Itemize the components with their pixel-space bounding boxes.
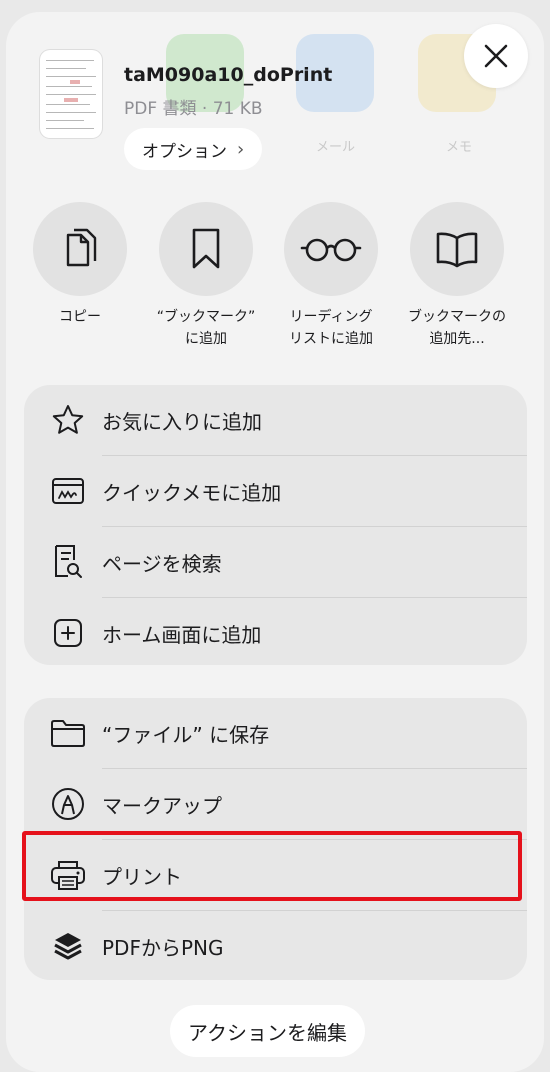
save-to-files-row[interactable]: “ファイル” に保存	[24, 698, 527, 768]
find-on-page-row[interactable]: ページを検索	[24, 527, 527, 597]
star-icon	[50, 402, 86, 438]
add-to-favorites-label: お気に入りに追加	[102, 409, 262, 434]
markup-label: マークアップ	[102, 793, 222, 818]
bookmark-icon	[192, 228, 220, 269]
add-quick-note-row[interactable]: クイックメモに追加	[24, 456, 527, 526]
options-button[interactable]: オプション ›	[124, 128, 263, 170]
background-memo-label: メモ	[446, 140, 473, 155]
share-sheet: メール メモ taM090a10_doPrint PDF 書類 · 71 KB …	[6, 12, 544, 1072]
reading-list-action[interactable]: リーディング リストに追加	[271, 202, 391, 350]
add-square-icon	[50, 615, 86, 651]
glasses-icon	[300, 238, 362, 262]
layers-icon	[50, 928, 86, 964]
copy-action[interactable]: コピー	[20, 202, 140, 328]
add-bookmark-label: “ブックマーク”	[156, 309, 256, 325]
add-bookmark-to-label: ブックマークの	[408, 309, 506, 325]
add-to-favorites-row[interactable]: お気に入りに追加	[24, 385, 527, 455]
add-bookmark-action[interactable]: “ブックマーク” に追加	[146, 202, 266, 350]
edit-actions-button[interactable]: アクションを編集	[170, 1005, 365, 1057]
markup-pen-icon	[50, 786, 86, 822]
save-to-files-label: “ファイル” に保存	[102, 722, 270, 747]
copy-label: コピー	[59, 309, 101, 325]
close-button[interactable]	[464, 24, 528, 88]
add-to-home-screen-row[interactable]: ホーム画面に追加	[24, 598, 527, 668]
pdf-to-png-row[interactable]: PDFからPNG	[24, 911, 527, 981]
print-highlight-box	[22, 831, 522, 901]
chevron-right-icon: ›	[237, 138, 245, 160]
file-name: taM090a10_doPrint	[124, 64, 333, 86]
add-to-home-screen-label: ホーム画面に追加	[102, 622, 262, 647]
menu-group-1: お気に入りに追加 クイックメモに追加 ページを検索 ホーム画面に追加	[24, 385, 527, 665]
find-on-page-label: ページを検索	[102, 551, 222, 576]
add-quick-note-label: クイックメモに追加	[102, 480, 282, 505]
close-icon	[484, 44, 508, 68]
add-bookmark-to-action[interactable]: ブックマークの 追加先...	[397, 202, 517, 350]
options-label: オプション	[142, 141, 227, 162]
markup-row[interactable]: マークアップ	[24, 769, 527, 839]
copy-icon	[66, 228, 97, 267]
file-info: PDF 書類 · 71 KB	[124, 99, 263, 119]
quick-note-icon	[50, 473, 86, 509]
find-on-page-icon	[50, 544, 86, 580]
document-thumbnail	[40, 50, 102, 138]
book-icon	[436, 232, 478, 268]
folder-icon	[50, 715, 86, 751]
background-mail-label: メール	[316, 140, 356, 155]
pdf-to-png-label: PDFからPNG	[102, 935, 224, 960]
reading-list-label: リーディング	[289, 309, 373, 325]
